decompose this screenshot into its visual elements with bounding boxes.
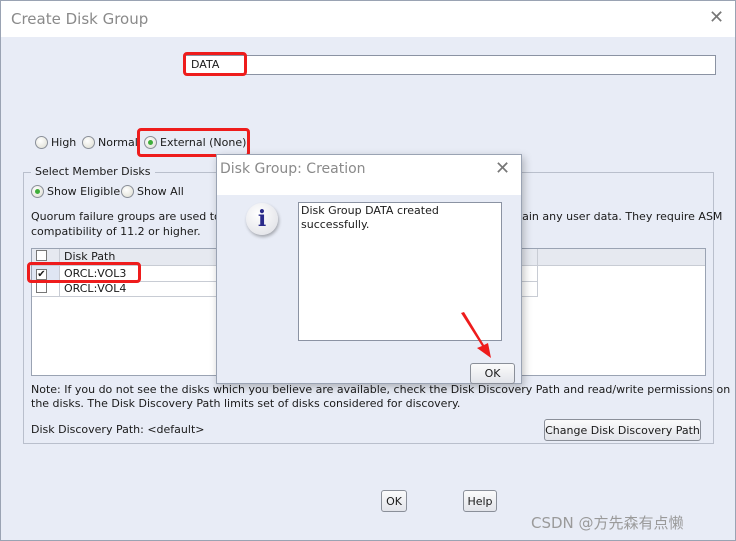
radio-show-all[interactable]: Show All bbox=[121, 185, 184, 198]
highlight-box-name bbox=[183, 52, 247, 76]
discovery-path-label: Disk Discovery Path: <default> bbox=[31, 423, 205, 436]
radio-label: Show All bbox=[137, 185, 184, 198]
row-checkbox[interactable] bbox=[36, 282, 47, 293]
window-title: Create Disk Group bbox=[11, 10, 149, 28]
radio-button[interactable] bbox=[82, 136, 95, 149]
radio-button[interactable] bbox=[31, 185, 44, 198]
red-arrow-annotation bbox=[461, 312, 491, 358]
note-line2: the disks. The Disk Discovery Path limit… bbox=[31, 397, 461, 410]
radio-high[interactable]: High bbox=[35, 136, 76, 149]
radio-label: Normal bbox=[98, 136, 138, 149]
select-all-checkbox[interactable] bbox=[36, 250, 47, 261]
radio-label: Show Eligible bbox=[47, 185, 121, 198]
note-line1: Note: If you do not see the disks which … bbox=[31, 383, 731, 396]
close-icon[interactable]: ✕ bbox=[709, 9, 724, 27]
title-bar: Create Disk Group ✕ bbox=[1, 1, 735, 37]
disk-group-name-input[interactable]: DATA bbox=[185, 55, 716, 75]
radio-button[interactable] bbox=[121, 185, 134, 198]
change-discovery-path-button[interactable]: Change Disk Discovery Path bbox=[544, 419, 701, 441]
dialog-ok-button[interactable]: OK bbox=[470, 363, 515, 384]
arrow-shape bbox=[461, 312, 491, 358]
radio-button[interactable] bbox=[35, 136, 48, 149]
close-icon[interactable]: ✕ bbox=[495, 160, 510, 178]
radio-show-eligible[interactable]: Show Eligible bbox=[31, 185, 120, 198]
radio-label: High bbox=[51, 136, 77, 149]
group-legend: Select Member Disks bbox=[31, 165, 155, 178]
dialog-title-bar: Disk Group: Creation ✕ bbox=[217, 155, 521, 195]
highlight-box-redundancy bbox=[137, 128, 250, 157]
dialog-title: Disk Group: Creation bbox=[220, 161, 366, 177]
table-row-checkbox[interactable] bbox=[32, 281, 60, 297]
help-button[interactable]: Help bbox=[463, 490, 497, 512]
radio-normal[interactable]: Normal bbox=[82, 136, 138, 149]
info-icon: i bbox=[246, 203, 278, 235]
quorum-note-line2: compatibility of 11.2 or higher. bbox=[31, 225, 201, 238]
watermark: CSDN @方先森有点懒 bbox=[531, 514, 684, 532]
ok-button[interactable]: OK bbox=[381, 490, 407, 512]
highlight-box-disk bbox=[27, 262, 141, 283]
column-header-filler bbox=[538, 249, 705, 266]
